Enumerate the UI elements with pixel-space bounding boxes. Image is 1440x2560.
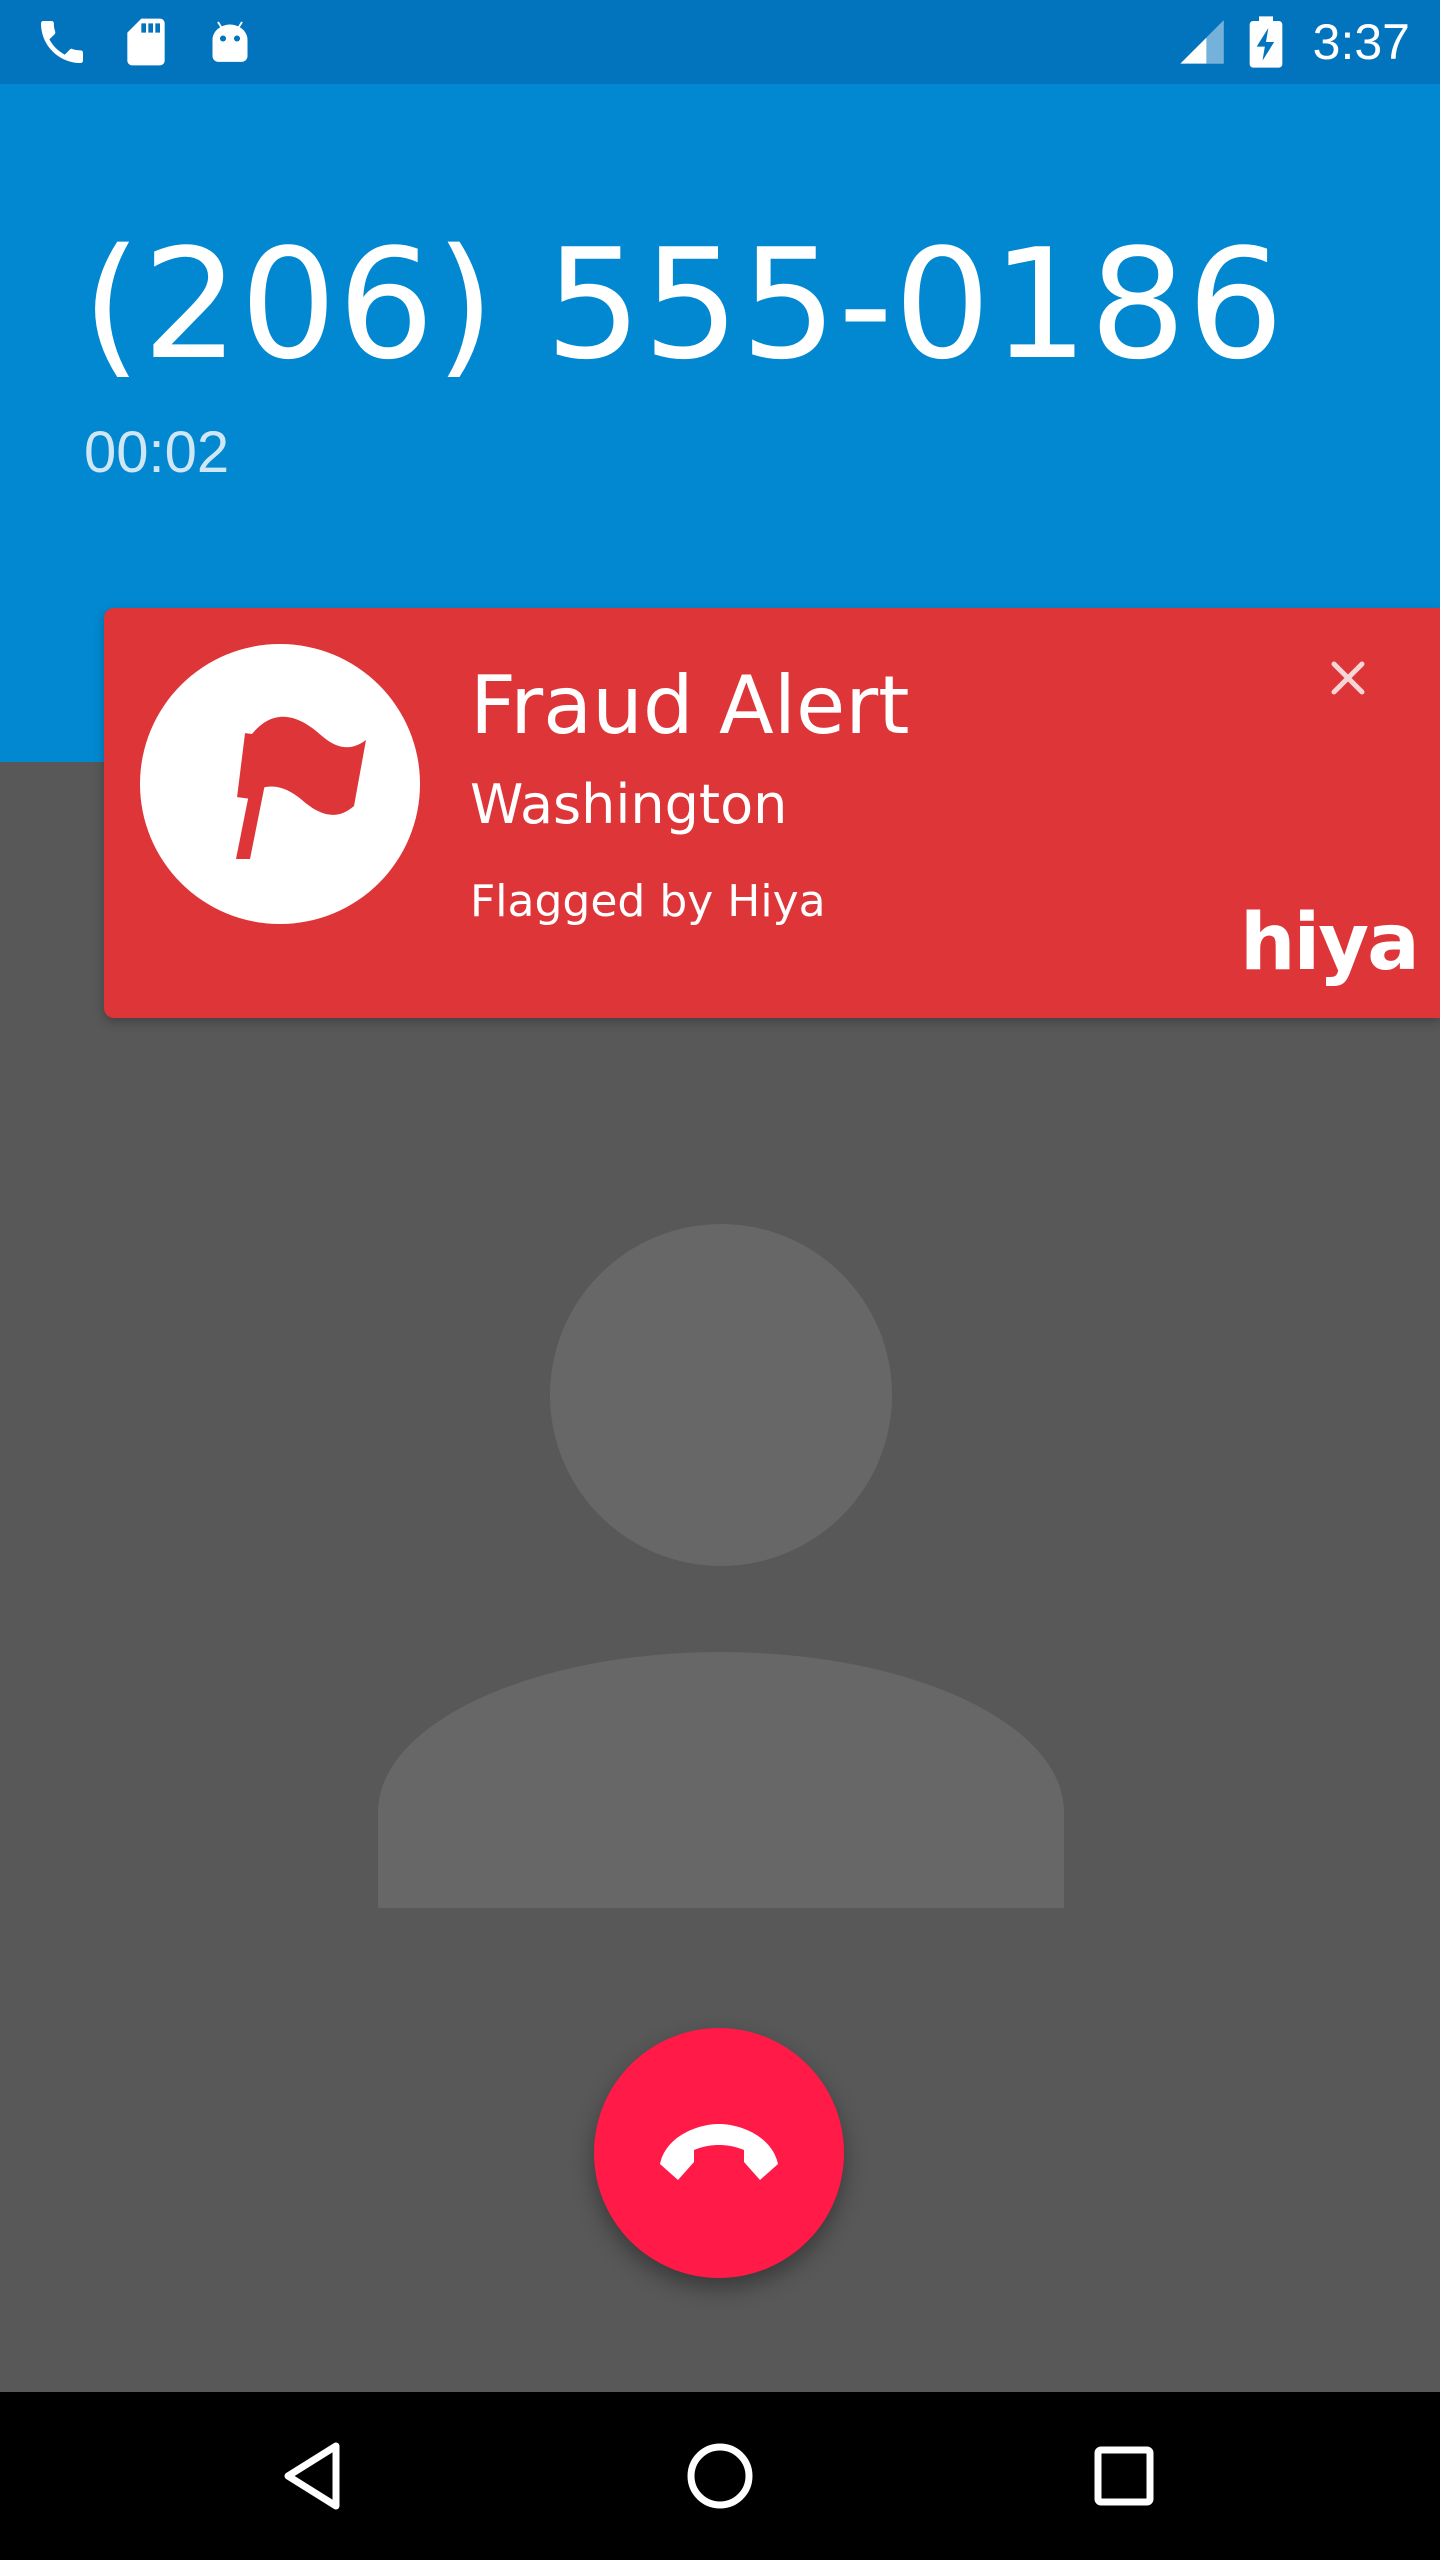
- alert-location: Washington: [470, 773, 788, 836]
- end-call-button[interactable]: [594, 2028, 844, 2278]
- call-timer: 00:02: [84, 420, 230, 485]
- contact-avatar-body: [378, 1652, 1064, 1908]
- status-time: 3:37: [1312, 14, 1410, 70]
- signal-icon: [1176, 16, 1232, 72]
- status-bar: 3:37: [0, 0, 1440, 84]
- recents-button[interactable]: [1074, 2426, 1174, 2526]
- home-icon: [687, 2443, 753, 2509]
- flag-badge: [140, 644, 420, 924]
- back-icon: [284, 2442, 340, 2510]
- back-button[interactable]: [266, 2426, 366, 2526]
- sd-card-icon: [118, 14, 174, 70]
- contact-avatar-head: [550, 1224, 892, 1566]
- home-button[interactable]: [670, 2426, 770, 2526]
- close-icon: [1331, 661, 1365, 695]
- close-alert-button[interactable]: [1320, 650, 1376, 706]
- hiya-logo: hiya: [1240, 898, 1420, 988]
- alert-source: Flagged by Hiya: [470, 876, 826, 927]
- hang-up-icon: [660, 2124, 778, 2180]
- alert-title: Fraud Alert: [470, 659, 910, 752]
- phone-icon: [34, 14, 90, 70]
- caller-phone-number: (206) 555-0186: [82, 216, 1285, 393]
- flag-icon: [236, 716, 366, 859]
- fraud-alert-card[interactable]: Fraud Alert Washington Flagged by Hiya h…: [104, 608, 1440, 1018]
- android-icon: [202, 14, 258, 70]
- navigation-bar: [0, 2392, 1440, 2560]
- recents-icon: [1094, 2446, 1154, 2506]
- battery-charging-icon: [1246, 14, 1286, 70]
